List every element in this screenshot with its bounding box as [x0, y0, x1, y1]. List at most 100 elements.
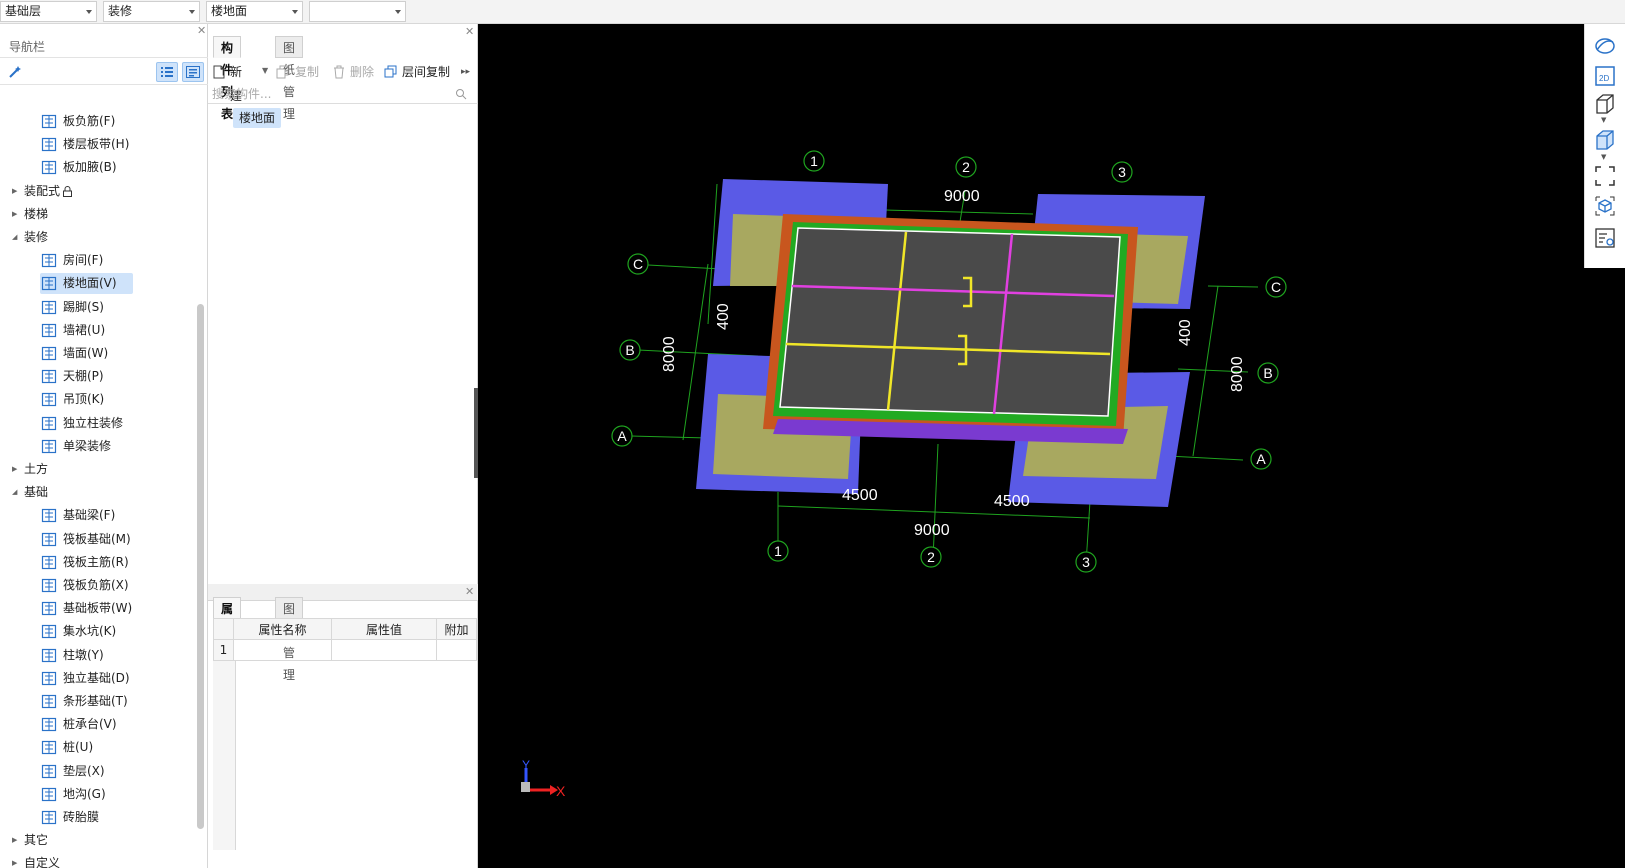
column-header-extra: 附加: [436, 618, 477, 640]
nav-item[interactable]: 单梁装修: [0, 435, 196, 458]
chevron-down-icon[interactable]: ▼: [1601, 153, 1606, 161]
chevron-down-icon[interactable]: ▼: [1601, 116, 1606, 124]
chevron-down-icon[interactable]: ◢: [12, 481, 22, 504]
close-icon[interactable]: ✕: [465, 586, 474, 597]
cube-view-icon[interactable]: [1593, 194, 1617, 218]
nav-item[interactable]: ▶ 其它: [0, 829, 196, 852]
column-finish-icon: [41, 416, 57, 430]
chevron-down-icon[interactable]: ◢: [12, 226, 22, 249]
axis-label: 2: [962, 159, 970, 175]
nav-item-label: 集水坑(K): [63, 624, 117, 639]
nav-item[interactable]: 筏板基础(M): [0, 528, 196, 551]
property-name-cell[interactable]: [233, 639, 332, 661]
nav-item[interactable]: ▶ 土方: [0, 458, 196, 481]
nav-item-label: 桩承台(V): [63, 717, 117, 732]
column-pier-icon: [41, 648, 57, 662]
nav-item-label: 独立基础(D): [63, 670, 130, 685]
nav-item[interactable]: 柱墩(Y): [0, 644, 196, 667]
properties-display-icon[interactable]: [1593, 226, 1617, 250]
nav-item[interactable]: 踢脚(S): [0, 296, 196, 319]
floor-slab: [779, 227, 1121, 417]
close-icon[interactable]: ✕: [197, 25, 206, 36]
nav-item[interactable]: 垫层(X): [0, 760, 196, 783]
chevron-right-icon[interactable]: ▶: [12, 852, 22, 868]
nav-item[interactable]: 楼层板带(H): [0, 133, 196, 156]
nav-item[interactable]: 吊顶(K): [0, 388, 196, 411]
view-2d-icon[interactable]: 2D: [1593, 64, 1617, 88]
pile-icon: [41, 741, 57, 755]
3d-viewport[interactable]: 1 2 3 1 2 3 C B A C B A 9000 9000 4500 4500 8000 80…: [478, 24, 1625, 868]
zoom-extents-icon[interactable]: [1593, 164, 1617, 188]
nav-item[interactable]: 墙面(W): [0, 342, 196, 365]
axis-y-label: Y: [522, 758, 530, 772]
nav-item[interactable]: 墙裙(U): [0, 319, 196, 342]
nav-item[interactable]: 集水坑(K): [0, 620, 196, 643]
tab-component-list[interactable]: 构件列表: [213, 36, 242, 121]
nav-item[interactable]: ▶ 楼梯: [0, 203, 196, 226]
chevron-down-icon: ▼: [262, 66, 269, 75]
nav-item[interactable]: 基础板带(W): [0, 597, 196, 620]
raft-main-rebar-icon: [41, 555, 57, 569]
category-select-value: 装修: [108, 4, 133, 18]
nav-item[interactable]: 桩承台(V): [0, 713, 196, 736]
component-search-input[interactable]: 搜索构件...: [208, 84, 478, 104]
nav-item[interactable]: 基础梁(F): [0, 504, 196, 527]
nav-item[interactable]: 板负筋(F): [0, 110, 196, 133]
nav-item[interactable]: 独立柱装修: [0, 412, 196, 435]
index-header: [213, 618, 234, 640]
axis-label: B: [625, 342, 634, 358]
nav-item[interactable]: 天棚(P): [0, 365, 196, 388]
chevron-right-icon[interactable]: ▶: [12, 829, 22, 852]
solid-view-icon[interactable]: [1593, 128, 1617, 152]
component-item[interactable]: 楼地面: [233, 108, 282, 128]
nav-scrollbar[interactable]: [197, 304, 204, 829]
nav-item[interactable]: 筏板主筋(R): [0, 551, 196, 574]
table-header-row: 属性名称 属性值 附加: [213, 618, 477, 640]
table-row[interactable]: 1: [213, 639, 477, 661]
tab-layer-management[interactable]: 图层管理: [275, 597, 304, 682]
view-toolbar: 2D ▼ ▼: [1584, 24, 1625, 268]
type-select[interactable]: 楼地面: [206, 1, 303, 22]
slab-haunch-icon: [41, 161, 57, 175]
close-icon[interactable]: ✕: [465, 26, 474, 37]
nav-item[interactable]: 条形基础(T): [0, 690, 196, 713]
axis-label: C: [633, 256, 643, 272]
new-file-icon: [213, 65, 225, 79]
chevron-right-icon[interactable]: ▶: [12, 180, 22, 203]
nav-item-label: 筏板基础(M): [63, 531, 131, 546]
chevron-right-icon[interactable]: ▶: [12, 458, 22, 481]
nav-item[interactable]: ◢ 装修: [0, 226, 196, 249]
skirting-icon: [41, 300, 57, 314]
nav-item[interactable]: 板加腋(B): [0, 156, 196, 179]
tab-drawing-management[interactable]: 图纸管理: [275, 36, 304, 121]
tab-property-list[interactable]: 属性列表: [213, 597, 242, 682]
component-panel: ✕ 构件列表 图纸管理 新建 ▼ 复制 删除 层间复制 ▸▸ 搜索构件... 楼…: [208, 24, 478, 584]
nav-item[interactable]: ◢ 基础: [0, 481, 196, 504]
copy-icon: [276, 65, 289, 79]
nav-item[interactable]: 桩(U): [0, 736, 196, 759]
view-3d-icon[interactable]: [1593, 92, 1617, 116]
nav-item-label: 砖胎膜: [63, 810, 100, 824]
nav-item[interactable]: ▶ 装配式: [0, 180, 196, 203]
nav-item[interactable]: 地沟(G): [0, 783, 196, 806]
nav-item[interactable]: 房间(F): [0, 249, 196, 272]
more-tools-button[interactable]: ▸▸: [461, 60, 470, 84]
nav-item[interactable]: ▶ 自定义: [0, 852, 196, 868]
pile-cap-icon: [41, 718, 57, 732]
suspended-ceiling-icon: [41, 393, 57, 407]
chevron-right-icon[interactable]: ▶: [12, 203, 22, 226]
nav-item-label: 板加腋(B): [63, 160, 117, 175]
extra-select[interactable]: [309, 1, 406, 22]
foundation-beam-icon: [41, 509, 57, 523]
nav-item[interactable]: 砖胎膜: [0, 806, 196, 829]
property-value-cell[interactable]: [331, 639, 437, 661]
search-icon[interactable]: [455, 88, 467, 100]
nav-item[interactable]: 楼地面(V): [0, 272, 196, 295]
category-select[interactable]: 装修: [103, 1, 200, 22]
nav-item[interactable]: 筏板负筋(X): [0, 574, 196, 597]
property-extra-cell[interactable]: [436, 639, 477, 661]
floor-select[interactable]: 基础层: [0, 1, 97, 22]
nav-item[interactable]: 独立基础(D): [0, 667, 196, 690]
ceiling-icon: [41, 370, 57, 384]
orbit-icon[interactable]: [1593, 34, 1617, 58]
